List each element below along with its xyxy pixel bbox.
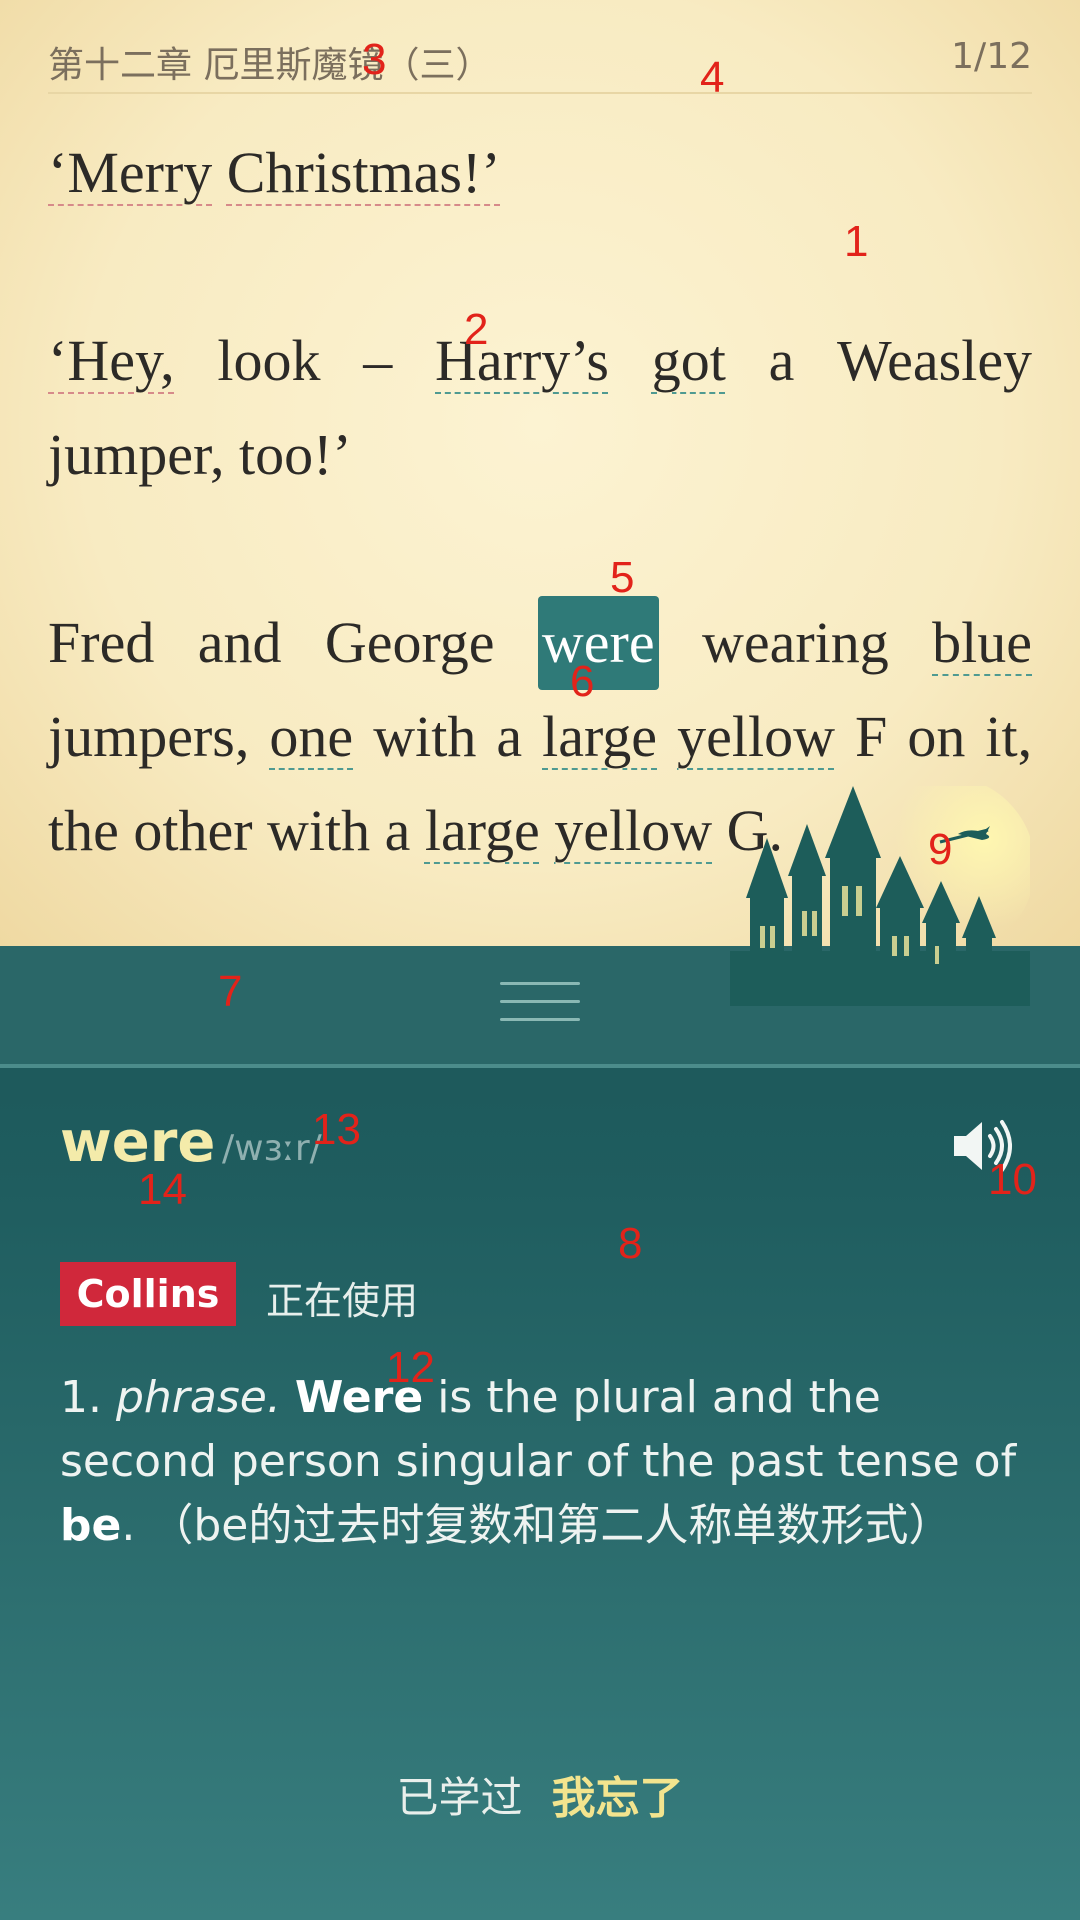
- word[interactable]: large: [425, 784, 540, 878]
- word[interactable]: the: [48, 784, 119, 878]
- collins-badge[interactable]: Collins: [60, 1262, 236, 1326]
- forgot-button[interactable]: 我忘了: [552, 1762, 684, 1826]
- selected-word[interactable]: were: [537, 596, 659, 690]
- word[interactable]: and: [198, 596, 282, 690]
- annotation-label: 2: [464, 305, 489, 354]
- annotation-label: 1: [844, 217, 869, 266]
- paragraph: ‘Merry Christmas!’: [48, 126, 1032, 220]
- word[interactable]: ‘Hey,: [48, 314, 175, 408]
- word[interactable]: –: [363, 314, 392, 408]
- definition-bold-word: be: [60, 1500, 122, 1551]
- word[interactable]: jumper,: [48, 408, 224, 502]
- definition-translation: . （be的过去时复数和第二人称单数形式）: [121, 1500, 953, 1551]
- annotation-label: 6: [570, 657, 595, 706]
- page-counter: 1/12: [951, 36, 1032, 77]
- word[interactable]: blue: [932, 596, 1032, 690]
- word[interactable]: Fred: [48, 596, 154, 690]
- source-status: 正在使用: [266, 1279, 419, 1323]
- castle-illustration: [730, 786, 1030, 1006]
- word[interactable]: Weasley: [837, 314, 1032, 408]
- word[interactable]: on: [907, 690, 965, 784]
- word[interactable]: Harry’s: [435, 314, 609, 408]
- word[interactable]: with: [373, 690, 476, 784]
- word[interactable]: a: [385, 784, 411, 878]
- dictionary-panel: were /wɜːr/ Collins 正在使用 1. phrase. Were…: [0, 946, 1080, 1920]
- word[interactable]: too!’: [239, 408, 352, 502]
- word[interactable]: Christmas!’: [227, 126, 501, 220]
- chapter-header: 第十二章 厄里斯魔镜（三） 1/12: [48, 28, 1032, 94]
- word[interactable]: got: [652, 314, 726, 408]
- annotation-label: 9: [928, 825, 953, 874]
- word[interactable]: ‘Merry: [48, 126, 212, 220]
- part-of-speech: phrase.: [115, 1372, 281, 1423]
- learned-button[interactable]: 已学过: [396, 1764, 522, 1825]
- chapter-title: 第十二章 厄里斯魔镜（三）: [48, 45, 492, 86]
- word[interactable]: wearing: [702, 596, 889, 690]
- word[interactable]: jumpers,: [48, 690, 249, 784]
- annotation-label: 4: [700, 53, 725, 102]
- annotation-label: 7: [218, 967, 243, 1016]
- annotation-label: 3: [362, 35, 387, 84]
- action-buttons: 已学过 我忘了: [0, 1762, 1080, 1832]
- word[interactable]: yellow: [677, 690, 835, 784]
- word[interactable]: with: [267, 784, 370, 878]
- annotation-label: 8: [618, 1219, 643, 1268]
- definition-number: 1.: [60, 1372, 102, 1423]
- word[interactable]: F: [855, 690, 887, 784]
- annotation-label: 14: [138, 1165, 187, 1214]
- word[interactable]: yellow: [554, 784, 712, 878]
- word[interactable]: George: [325, 596, 495, 690]
- annotation-label: 10: [988, 1155, 1037, 1204]
- word[interactable]: a: [769, 314, 795, 408]
- phonetic: /wɜːr/: [222, 1128, 322, 1169]
- paragraph: ‘Hey, look – Harry’s got a Weasley jumpe…: [48, 314, 1032, 502]
- word[interactable]: a: [496, 690, 522, 784]
- word[interactable]: large: [542, 690, 657, 784]
- annotation-label: 12: [386, 1343, 435, 1392]
- definition-text: 1. phrase. Were is the plural and the se…: [60, 1366, 1020, 1558]
- word[interactable]: one: [269, 690, 353, 784]
- annotation-label: 13: [312, 1105, 361, 1154]
- word-header: were /wɜːr/: [60, 1110, 1020, 1190]
- annotation-label: 5: [610, 553, 635, 602]
- word[interactable]: look: [217, 314, 320, 408]
- word[interactable]: it,: [985, 690, 1032, 784]
- book-text: ‘Merry Christmas!’ ‘Hey, look – Harry’s …: [48, 126, 1032, 878]
- drag-handle-icon[interactable]: [500, 982, 580, 1026]
- word[interactable]: other: [133, 784, 252, 878]
